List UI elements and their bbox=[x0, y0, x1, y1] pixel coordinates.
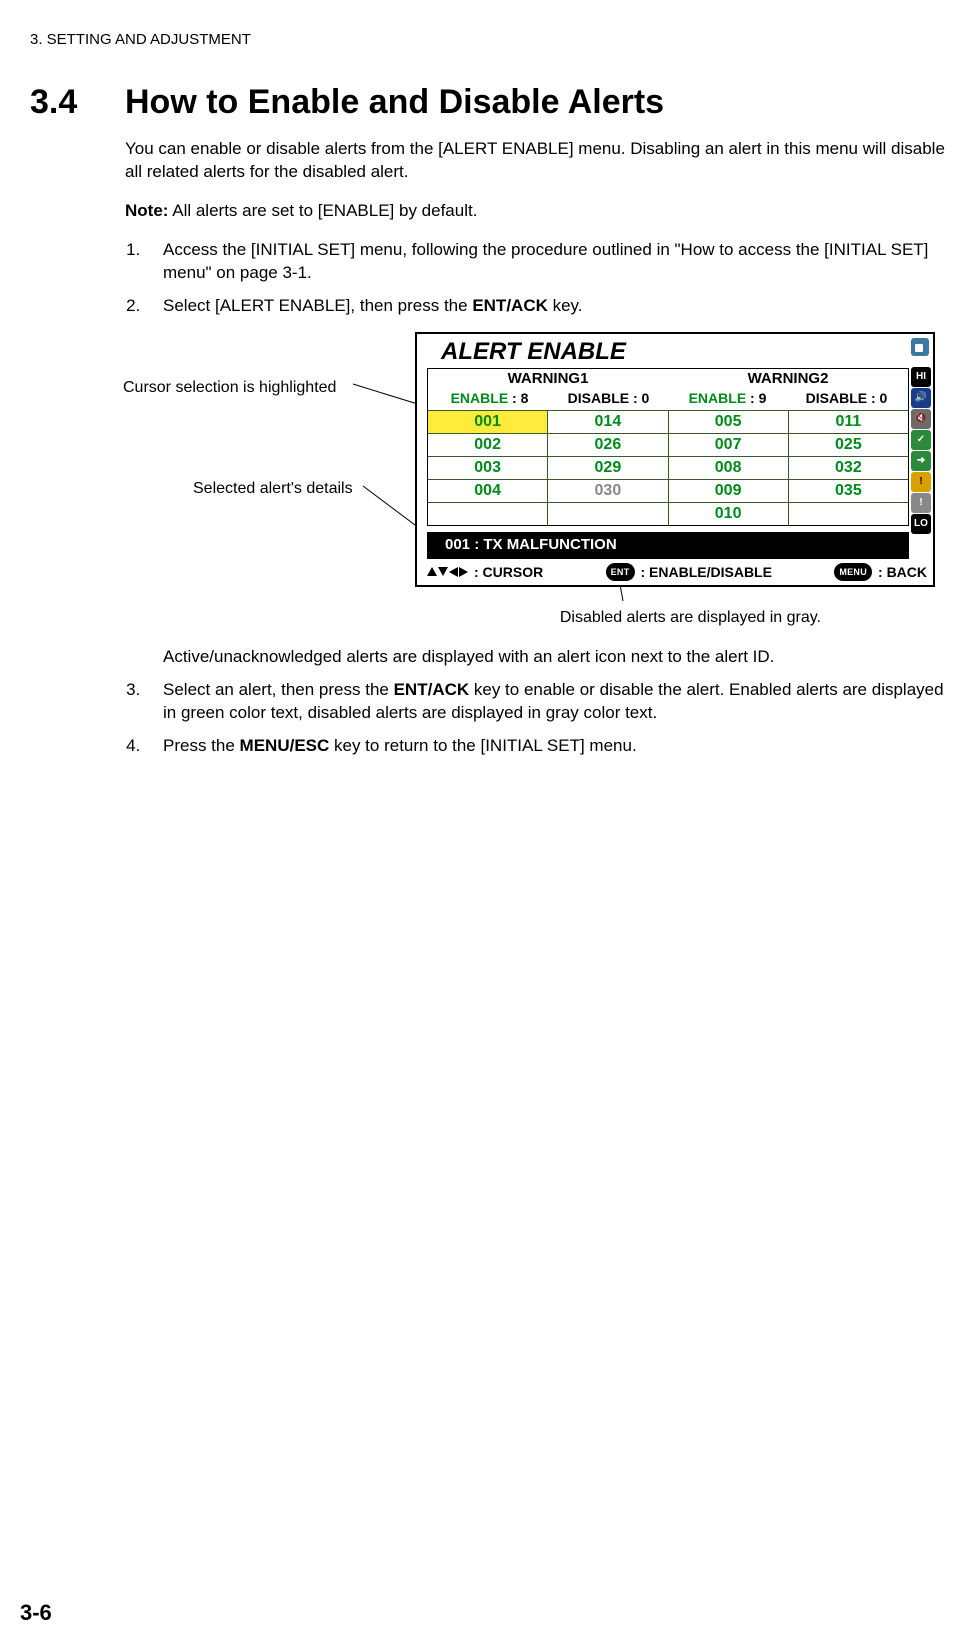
w1-disable-count: 0 bbox=[642, 390, 650, 406]
figure: Cursor selection is highlighted Selected… bbox=[123, 332, 951, 632]
step-2a: Select [ALERT ENABLE], then press the bbox=[163, 296, 472, 315]
section-number: 3.4 bbox=[30, 80, 125, 126]
step-3: Select an alert, then press the ENT/ACK … bbox=[145, 679, 951, 725]
section-heading: 3.4 How to Enable and Disable Alerts bbox=[30, 80, 951, 126]
step-3a: Select an alert, then press the bbox=[163, 680, 394, 699]
ent-pill: ENT bbox=[606, 563, 635, 581]
alert-panel: ALERT ENABLE HI 🔊 🔇 ✓ ➜ ! ! LO bbox=[415, 332, 935, 588]
enable-label-2: ENABLE bbox=[689, 390, 747, 406]
info-icon: ! bbox=[911, 493, 931, 513]
page-number: 3-6 bbox=[20, 1598, 52, 1628]
lock-icon bbox=[911, 338, 929, 356]
step-1: Access the [INITIAL SET] menu, following… bbox=[145, 239, 951, 285]
lo-icon: LO bbox=[911, 514, 931, 534]
hi-icon: HI bbox=[911, 367, 931, 387]
ent-label: : ENABLE/DISABLE bbox=[641, 563, 772, 582]
callout-disabled: Disabled alerts are displayed in gray. bbox=[560, 607, 821, 629]
arrow-icon: ➜ bbox=[911, 451, 931, 471]
cell-026[interactable]: 026 bbox=[548, 433, 667, 456]
details-bar: 001 : TX MALFUNCTION bbox=[427, 532, 909, 558]
step-3-key: ENT/ACK bbox=[394, 680, 470, 699]
cell-003[interactable]: 003 bbox=[428, 456, 547, 479]
cell-empty-c1 bbox=[428, 502, 547, 525]
cell-004[interactable]: 004 bbox=[428, 479, 547, 502]
grid-col-2: 014 026 029 030 bbox=[548, 410, 668, 525]
cell-008[interactable]: 008 bbox=[669, 456, 788, 479]
grid-col-3: 005 007 008 009 010 bbox=[669, 410, 789, 525]
panel-title: ALERT ENABLE bbox=[417, 334, 911, 368]
cell-014[interactable]: 014 bbox=[548, 410, 667, 433]
note-text: All alerts are set to [ENABLE] by defaul… bbox=[168, 201, 477, 220]
cell-empty-c4 bbox=[789, 502, 908, 525]
step-4a: Press the bbox=[163, 736, 240, 755]
cell-030[interactable]: 030 bbox=[548, 479, 667, 502]
cell-035[interactable]: 035 bbox=[789, 479, 908, 502]
step-2: Select [ALERT ENABLE], then press the EN… bbox=[145, 295, 951, 669]
control-bar: : CURSOR ENT : ENABLE/DISABLE MENU : BAC… bbox=[417, 559, 933, 586]
disable-label-1: DISABLE bbox=[568, 390, 629, 406]
grid-col-1: 001 002 003 004 bbox=[428, 410, 548, 525]
step-4: Press the MENU/ESC key to return to the … bbox=[145, 735, 951, 758]
warning2-header: WARNING2 bbox=[668, 369, 908, 389]
warn-icon: ! bbox=[911, 472, 931, 492]
cell-010[interactable]: 010 bbox=[669, 502, 788, 525]
cursor-label: : CURSOR bbox=[474, 563, 543, 582]
step-2-key: ENT/ACK bbox=[472, 296, 548, 315]
cell-009[interactable]: 009 bbox=[669, 479, 788, 502]
cell-005[interactable]: 005 bbox=[669, 410, 788, 433]
step-1-text: Access the [INITIAL SET] menu, following… bbox=[163, 240, 928, 282]
counts-row: ENABLE : 8 DISABLE : 0 ENABLE : 9 DISABL… bbox=[428, 389, 908, 410]
w2-enable-count: 9 bbox=[759, 390, 767, 406]
panel-inner: WARNING1 WARNING2 ENABLE : 8 DISABLE : 0… bbox=[427, 368, 909, 526]
section-title: How to Enable and Disable Alerts bbox=[125, 80, 664, 126]
step-2b: key. bbox=[548, 296, 583, 315]
mute-icon: 🔇 bbox=[911, 409, 931, 429]
w2-disable-count: 0 bbox=[880, 390, 888, 406]
cell-011[interactable]: 011 bbox=[789, 410, 908, 433]
intro-text: You can enable or disable alerts from th… bbox=[125, 138, 951, 184]
steps-list: Access the [INITIAL SET] menu, following… bbox=[125, 239, 951, 758]
warning1-header: WARNING1 bbox=[428, 369, 668, 389]
check-icon: ✓ bbox=[911, 430, 931, 450]
speaker-icon: 🔊 bbox=[911, 388, 931, 408]
grid-col-4: 011 025 032 035 bbox=[789, 410, 908, 525]
dpad-icon bbox=[427, 567, 468, 577]
cell-empty-c2 bbox=[548, 502, 667, 525]
note-label: Note: bbox=[125, 201, 168, 220]
cell-007[interactable]: 007 bbox=[669, 433, 788, 456]
after-figure-text: Active/unacknowledged alerts are display… bbox=[163, 646, 951, 669]
cell-032[interactable]: 032 bbox=[789, 456, 908, 479]
callout-details: Selected alert's details bbox=[193, 478, 353, 500]
menu-label: : BACK bbox=[878, 563, 927, 582]
cell-002[interactable]: 002 bbox=[428, 433, 547, 456]
note: Note: All alerts are set to [ENABLE] by … bbox=[125, 200, 951, 223]
step-4-key: MENU/ESC bbox=[240, 736, 330, 755]
alert-grid: 001 002 003 004 014 026 029 030 bbox=[428, 410, 908, 525]
enable-label-1: ENABLE bbox=[451, 390, 509, 406]
side-icon-stack: HI 🔊 🔇 ✓ ➜ ! ! LO bbox=[911, 367, 931, 534]
cell-025[interactable]: 025 bbox=[789, 433, 908, 456]
chapter-header: 3. SETTING AND ADJUSTMENT bbox=[30, 30, 951, 50]
cell-001[interactable]: 001 bbox=[428, 410, 547, 433]
callout-highlight: Cursor selection is highlighted bbox=[123, 377, 336, 399]
cell-029[interactable]: 029 bbox=[548, 456, 667, 479]
step-4b: key to return to the [INITIAL SET] menu. bbox=[329, 736, 636, 755]
menu-pill: MENU bbox=[834, 563, 872, 581]
disable-label-2: DISABLE bbox=[806, 390, 867, 406]
w1-enable-count: 8 bbox=[521, 390, 529, 406]
